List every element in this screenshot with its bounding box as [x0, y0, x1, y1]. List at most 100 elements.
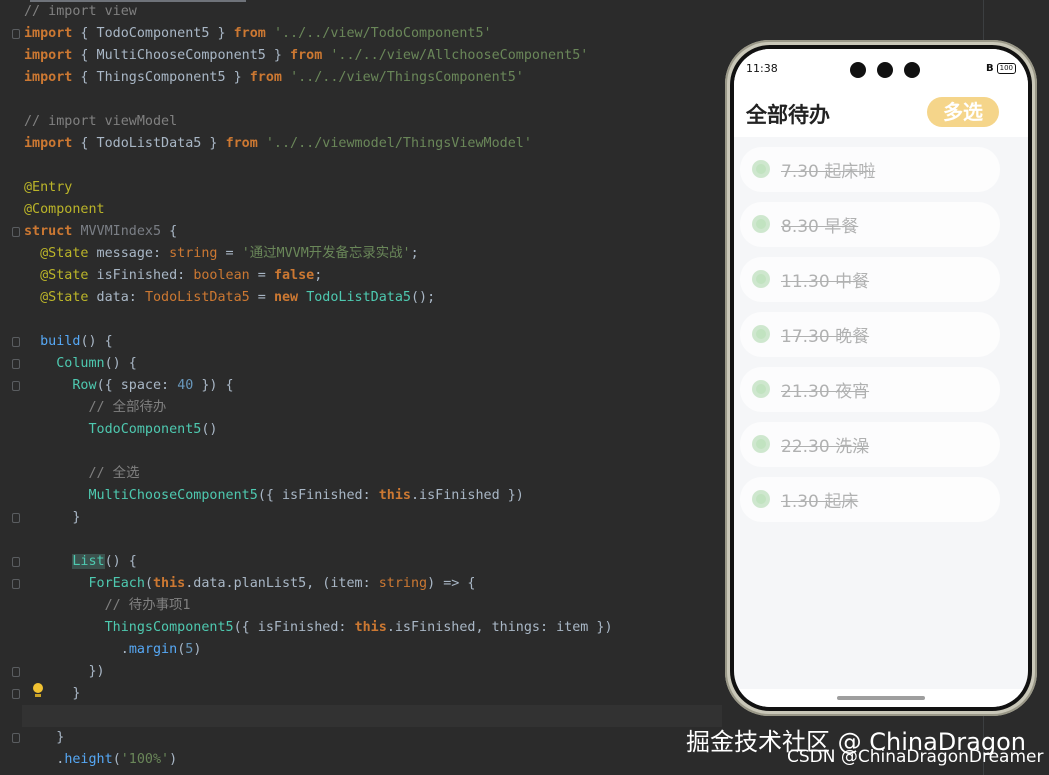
check-radio-icon[interactable]: [752, 160, 770, 178]
code-line[interactable]: @State isFinished: boolean = false;: [24, 265, 613, 287]
fold-toggle-icon[interactable]: [12, 381, 20, 391]
code-token: margin: [128, 642, 178, 657]
code-line[interactable]: import { TodoComponent5 } from '../../vi…: [24, 23, 613, 45]
code-token: .isFinished, things: item }): [386, 620, 613, 635]
code-line[interactable]: // import viewModel: [24, 111, 613, 133]
code-line[interactable]: }: [24, 683, 613, 705]
code-token: false: [273, 268, 315, 283]
multi-select-button[interactable]: 多选: [927, 97, 999, 127]
code-token: string: [378, 576, 428, 591]
code-line[interactable]: Column() {: [24, 353, 613, 375]
todo-item[interactable]: 8.30 早餐: [740, 202, 1000, 247]
code-token: .: [24, 642, 129, 657]
code-line[interactable]: [24, 529, 613, 551]
code-line[interactable]: [24, 89, 613, 111]
code-token: () {: [104, 356, 137, 371]
code-token: }: [24, 510, 81, 525]
code-token: isFinished:: [88, 268, 194, 283]
check-radio-icon[interactable]: [752, 325, 770, 343]
code-line[interactable]: TodoComponent5(): [24, 419, 613, 441]
code-line[interactable]: build() {: [24, 331, 613, 353]
code-token: this: [354, 620, 387, 635]
check-radio-icon[interactable]: [752, 215, 770, 233]
todo-item-text: 8.30 早餐: [781, 217, 859, 237]
code-line[interactable]: MultiChooseComponent5({ isFinished: this…: [24, 485, 613, 507]
code-line[interactable]: List() {: [24, 551, 613, 573]
fold-toggle-icon[interactable]: [12, 667, 20, 677]
code-line[interactable]: [24, 309, 613, 331]
code-line[interactable]: Row({ space: 40 }) {: [24, 375, 613, 397]
code-line[interactable]: // 待办事项1: [24, 595, 613, 617]
fold-toggle-icon[interactable]: [12, 359, 20, 369]
fold-toggle-icon[interactable]: [12, 689, 20, 699]
todo-item[interactable]: 22.30 洗澡: [740, 422, 1000, 467]
code-token: '../../view/ThingsComponent5': [290, 70, 524, 85]
code-line[interactable]: // 全部待办: [24, 397, 613, 419]
code-line[interactable]: @State data: TodoListData5 = new TodoLis…: [24, 287, 613, 309]
code-line[interactable]: @Entry: [24, 177, 613, 199]
phone-bezel: 11:38 B 100 全部待办 多选 7.30 起床啦 8.30 早餐 11.30…: [730, 45, 1032, 711]
code-line[interactable]: ForEach(this.data.planList5, (item: stri…: [24, 573, 613, 595]
code-text[interactable]: // import view import { TodoComponent5 } …: [24, 1, 613, 771]
home-indicator[interactable]: [837, 696, 925, 700]
todo-item-text: 21.30 夜宵: [781, 382, 870, 402]
code-token: string: [169, 246, 218, 261]
fold-toggle-icon[interactable]: [12, 227, 20, 237]
code-token: ): [169, 752, 178, 767]
code-token: Row: [72, 378, 97, 393]
fold-toggle-icon[interactable]: [12, 733, 20, 743]
check-radio-icon[interactable]: [752, 490, 770, 508]
code-token: this: [378, 488, 411, 503]
todo-item[interactable]: 11.30 中餐: [740, 257, 1000, 302]
code-token: ({ isFinished:: [257, 488, 379, 503]
code-line[interactable]: @Component: [24, 199, 613, 221]
code-token: { ThingsComponent5 }: [72, 70, 250, 85]
fold-toggle-icon[interactable]: [12, 579, 20, 589]
code-line[interactable]: [24, 155, 613, 177]
code-line[interactable]: // 全选: [24, 463, 613, 485]
code-line[interactable]: import { MultiChooseComponent5 } from '.…: [24, 45, 613, 67]
fold-toggle-icon[interactable]: [12, 337, 20, 347]
code-token: ): [193, 642, 202, 657]
code-line[interactable]: .margin(5): [24, 639, 613, 661]
code-token: .isFinished }): [411, 488, 524, 503]
code-token: from: [290, 48, 323, 63]
code-line[interactable]: .height('100%'): [24, 749, 613, 771]
code-line[interactable]: [24, 441, 613, 463]
check-radio-icon[interactable]: [752, 435, 770, 453]
code-line[interactable]: }: [24, 727, 613, 749]
page-header: 全部待办 多选: [734, 89, 1028, 137]
fold-toggle-icon[interactable]: [12, 557, 20, 567]
code-token: boolean: [193, 268, 250, 283]
code-token: }): [24, 664, 105, 679]
code-line[interactable]: struct MVVMIndex5 {: [24, 221, 613, 243]
code-line[interactable]: [24, 705, 613, 727]
todo-item[interactable]: 1.30 起床: [740, 477, 1000, 522]
fold-toggle-icon[interactable]: [12, 29, 20, 39]
code-line[interactable]: }): [24, 661, 613, 683]
code-line[interactable]: import { ThingsComponent5 } from '../../…: [24, 67, 613, 89]
todo-item[interactable]: 7.30 起床啦: [740, 147, 1000, 192]
code-line[interactable]: // import view: [24, 1, 613, 23]
code-line[interactable]: ThingsComponent5({ isFinished: this.isFi…: [24, 617, 613, 639]
check-radio-icon[interactable]: [752, 270, 770, 288]
todo-item-text: 17.30 晚餐: [781, 327, 870, 347]
fold-toggle-icon[interactable]: [12, 513, 20, 523]
todo-item[interactable]: 17.30 晚餐: [740, 312, 1000, 357]
code-token: (: [112, 752, 121, 767]
code-line[interactable]: import { TodoListData5 } from '../../vie…: [24, 133, 613, 155]
code-line[interactable]: }: [24, 507, 613, 529]
phone-screen[interactable]: 11:38 B 100 全部待办 多选 7.30 起床啦 8.30 早餐 11.30…: [734, 49, 1028, 707]
code-token: TodoListData5: [306, 290, 411, 305]
todo-item[interactable]: 21.30 夜宵: [740, 367, 1000, 412]
code-token: // 待办事项1: [104, 598, 191, 613]
check-radio-icon[interactable]: [752, 380, 770, 398]
code-line[interactable]: @State message: string = '通过MVVM开发备忘录实战'…: [24, 243, 613, 265]
